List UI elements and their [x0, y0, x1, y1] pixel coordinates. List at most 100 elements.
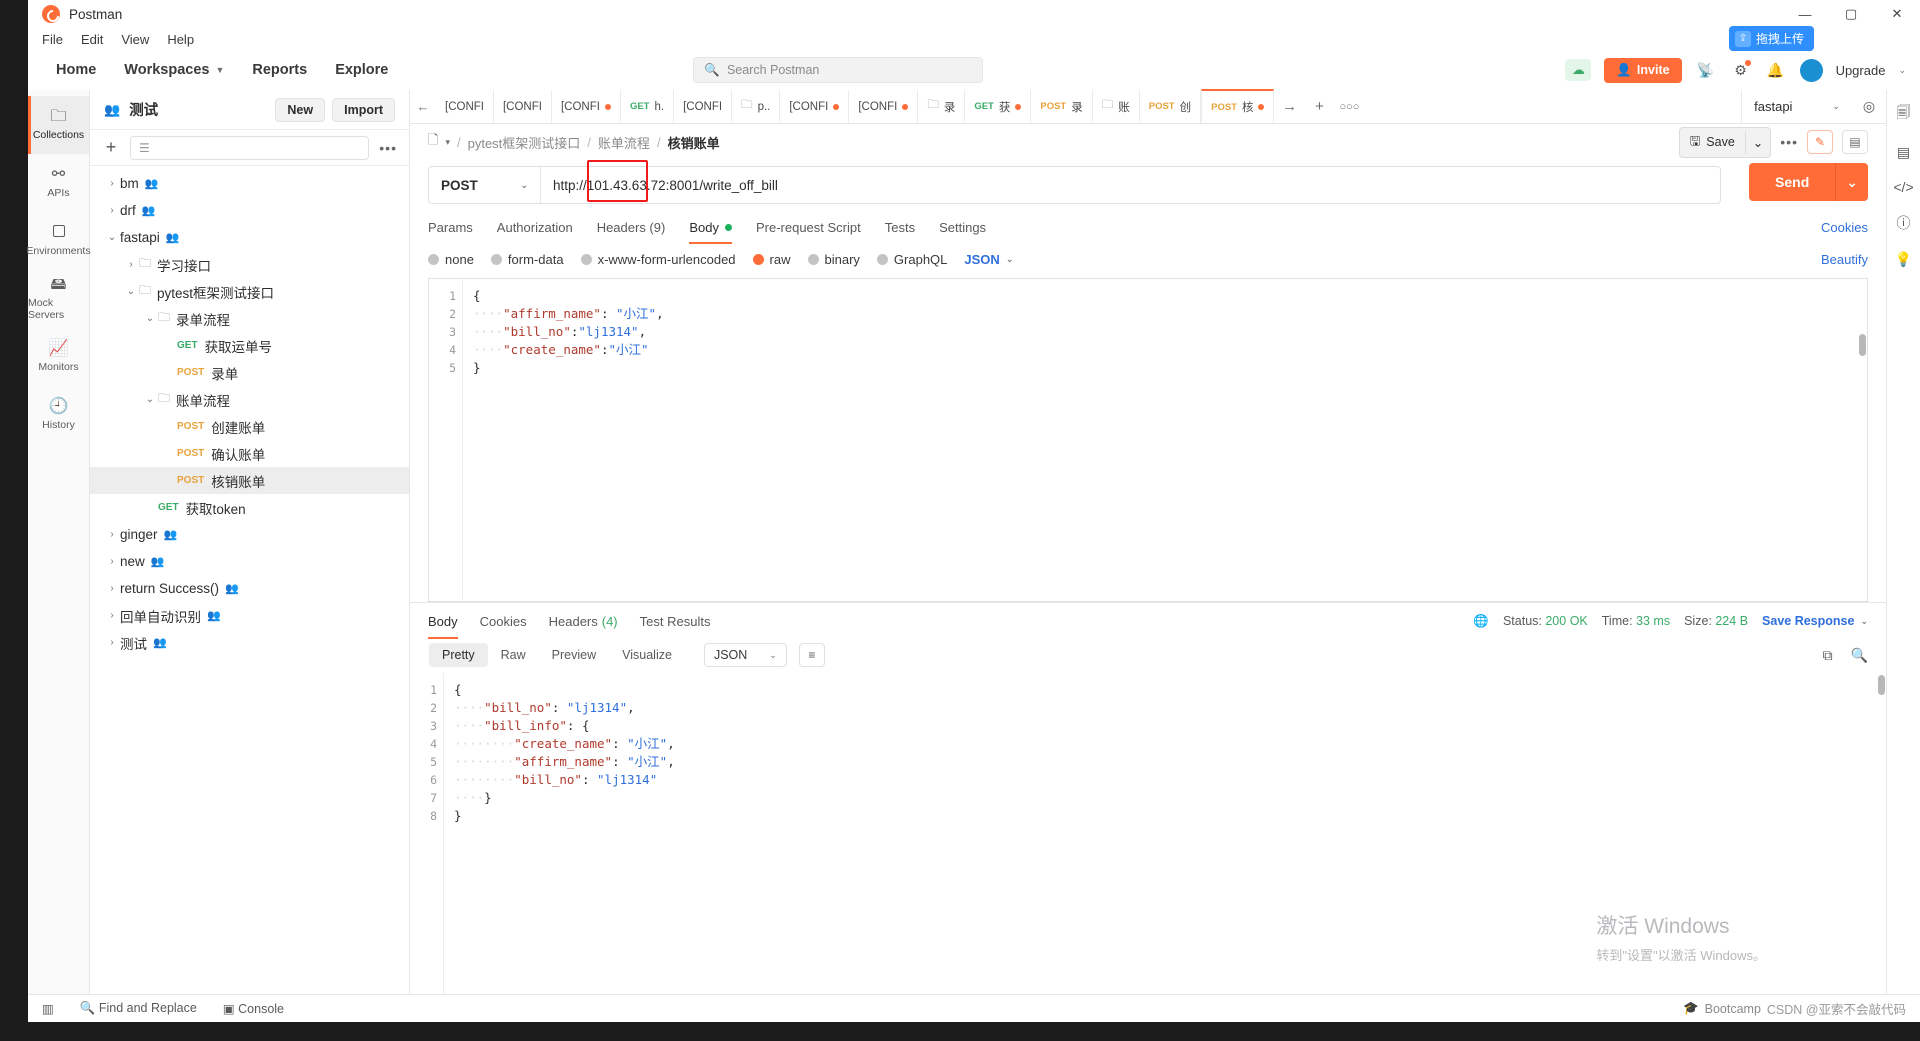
sidebar-item-collections[interactable]: 🗀 Collections — [28, 96, 89, 154]
environment-quick-look-icon[interactable]: ◎ — [1852, 90, 1886, 123]
request-editor-code[interactable]: {····"affirm_name": "小江", ····"bill_no":"… — [463, 279, 1867, 601]
http-method-select[interactable]: POST ⌄ — [429, 167, 541, 203]
url-input[interactable]: http://101.43.63.72:8001/write_off_bill — [541, 160, 1720, 203]
tree-collection-item[interactable]: › bm 👥 — [90, 170, 409, 197]
menu-view[interactable]: View — [121, 32, 149, 47]
body-type-raw[interactable]: raw — [752, 252, 791, 267]
nav-home[interactable]: Home — [42, 62, 110, 78]
tree-collection-item[interactable]: ⌄ fastapi 👥 — [90, 224, 409, 251]
tree-collection-item[interactable]: › new 👥 — [90, 548, 409, 575]
console-button[interactable]: ▣ Console — [223, 1001, 284, 1016]
upgrade-label[interactable]: Upgrade — [1836, 63, 1886, 78]
tabs-scroll-left-icon[interactable]: ← — [410, 90, 436, 123]
send-button[interactable]: Send ⌄ — [1749, 163, 1868, 201]
breadcrumb-chevron-down-icon[interactable]: ▾ — [445, 137, 450, 148]
tree-request-item[interactable]: GET 获取token — [90, 494, 409, 521]
find-and-replace-button[interactable]: 🔍 Find and Replace — [80, 1001, 197, 1016]
tabs-more-button[interactable]: ○○○ — [1334, 90, 1364, 123]
request-tab[interactable]: Body — [689, 210, 732, 244]
cookies-link[interactable]: Cookies — [1821, 220, 1868, 235]
open-tab[interactable]: [CONFI — [674, 90, 733, 123]
chevron-icon[interactable]: ⌄ — [142, 313, 158, 324]
save-response-button[interactable]: Save Response ⌄ — [1762, 614, 1868, 628]
comment-icon[interactable]: ▤ — [1842, 130, 1868, 154]
collections-more-button[interactable]: ••• — [379, 140, 397, 156]
search-response-icon[interactable]: 🔍 — [1851, 647, 1868, 664]
tree-folder-item[interactable]: › 🗀 学习接口 — [90, 251, 409, 278]
open-tab[interactable]: POST 录 — [1031, 90, 1093, 123]
edit-pencil-icon[interactable]: ✎ — [1807, 130, 1833, 154]
comments-icon[interactable]: ▤ — [1897, 144, 1910, 161]
gear-icon[interactable]: ⚙ — [1730, 59, 1752, 81]
tree-folder-item[interactable]: ⌄ 🗀 pytest框架测试接口 — [90, 278, 409, 305]
menu-edit[interactable]: Edit — [81, 32, 103, 47]
sidebar-item-monitors[interactable]: 📈 Monitors — [28, 328, 89, 386]
tree-folder-item[interactable]: ⌄ 🗀 账单流程 — [90, 386, 409, 413]
tree-folder-item[interactable]: ⌄ 🗀 录单流程 — [90, 305, 409, 332]
view-mode-visualize[interactable]: Visualize — [609, 643, 685, 667]
open-tab[interactable]: 🗀 录 — [918, 90, 966, 123]
chevron-icon[interactable]: › — [104, 529, 120, 540]
satellite-icon[interactable]: 📡 — [1695, 59, 1717, 81]
open-tab[interactable]: GET h. — [621, 90, 675, 123]
body-type-GraphQL[interactable]: GraphQL — [876, 252, 947, 267]
request-tab[interactable]: Headers (9) — [597, 210, 666, 244]
response-tab[interactable]: Test Results — [640, 603, 711, 639]
tree-request-item[interactable]: GET 获取运单号 — [90, 332, 409, 359]
chevron-icon[interactable]: › — [104, 205, 120, 216]
chevron-icon[interactable]: › — [104, 637, 120, 648]
wrap-lines-button[interactable]: ≡ — [798, 643, 825, 667]
bell-icon[interactable]: 🔔 — [1765, 59, 1787, 81]
response-editor-scrollbar[interactable] — [1878, 675, 1885, 695]
nav-explore[interactable]: Explore — [321, 62, 402, 78]
tabs-scroll-right-icon[interactable]: → — [1274, 90, 1304, 123]
body-type-form-data[interactable]: form-data — [490, 252, 564, 267]
chevron-icon[interactable]: › — [123, 259, 139, 270]
open-tab[interactable]: [CONFI — [494, 90, 552, 123]
toggle-sidebar-icon[interactable]: ▥ — [42, 1001, 54, 1016]
response-format-select[interactable]: JSON ⌄ — [703, 643, 787, 667]
search-input[interactable]: 🔍 Search Postman — [693, 57, 984, 83]
invite-button[interactable]: 👤 Invite — [1604, 57, 1682, 83]
view-mode-pretty[interactable]: Pretty — [429, 643, 488, 667]
sidebar-item-apis[interactable]: ⚯ APIs — [28, 154, 89, 212]
open-tab[interactable]: [CONFI — [552, 90, 621, 123]
minimize-button[interactable]: — — [1782, 0, 1828, 28]
open-tab[interactable]: [CONFI — [436, 90, 494, 123]
bootcamp-label[interactable]: Bootcamp — [1705, 1002, 1761, 1016]
chevron-icon[interactable]: › — [104, 178, 120, 189]
open-tab[interactable]: GET 获 — [965, 90, 1032, 123]
info-icon[interactable]: ⓘ — [1897, 213, 1911, 233]
tree-collection-item[interactable]: › 测试 👥 — [90, 629, 409, 656]
sidebar-item-mock-servers[interactable]: 🖴 Mock Servers — [28, 270, 89, 328]
request-tab[interactable]: Authorization — [497, 210, 573, 244]
sync-status-icon[interactable]: ☁ — [1565, 59, 1592, 81]
request-tab[interactable]: Pre-request Script — [756, 210, 861, 244]
save-dropdown-chevron-down-icon[interactable]: ⌄ — [1744, 130, 1770, 154]
drag-upload-button[interactable]: ⇪ 拖拽上传 — [1728, 26, 1814, 51]
save-button[interactable]: 🖫 Save ⌄ — [1678, 126, 1772, 158]
open-tab[interactable]: [CONFI — [780, 90, 850, 123]
response-body-editor[interactable]: 1 2 3 4 5 6 7 8 {····"bill_no": "lj1314", ····"b… — [410, 673, 1886, 994]
lightbulb-icon[interactable]: 💡 — [1895, 251, 1912, 268]
tree-collection-item[interactable]: › drf 👥 — [90, 197, 409, 224]
chevron-icon[interactable]: ⌄ — [104, 232, 120, 243]
add-collection-button[interactable]: + — [102, 137, 120, 158]
response-tab[interactable]: Headers (4) — [549, 603, 618, 639]
send-dropdown-chevron-down-icon[interactable]: ⌄ — [1835, 163, 1868, 201]
nav-reports[interactable]: Reports — [238, 62, 321, 78]
import-button[interactable]: Import — [332, 97, 395, 122]
environment-selector[interactable]: fastapi ⌄ — [1741, 90, 1852, 123]
nav-workspaces[interactable]: Workspaces ▼ — [110, 62, 238, 78]
request-tab[interactable]: Settings — [939, 210, 986, 244]
workspace-name[interactable]: 测试 — [129, 99, 158, 120]
tree-collection-item[interactable]: › return Success() 👥 — [90, 575, 409, 602]
menu-file[interactable]: File — [42, 32, 63, 47]
breadcrumb-part-1[interactable]: 账单流程 — [598, 133, 650, 152]
tree-request-item[interactable]: POST 核销账单 — [90, 467, 409, 494]
code-snippet-icon[interactable]: </> — [1893, 179, 1913, 195]
avatar[interactable] — [1799, 58, 1823, 82]
open-tab[interactable]: POST 核 — [1201, 89, 1275, 123]
tree-request-item[interactable]: POST 创建账单 — [90, 413, 409, 440]
tree-collection-item[interactable]: › 回单自动识别 👥 — [90, 602, 409, 629]
